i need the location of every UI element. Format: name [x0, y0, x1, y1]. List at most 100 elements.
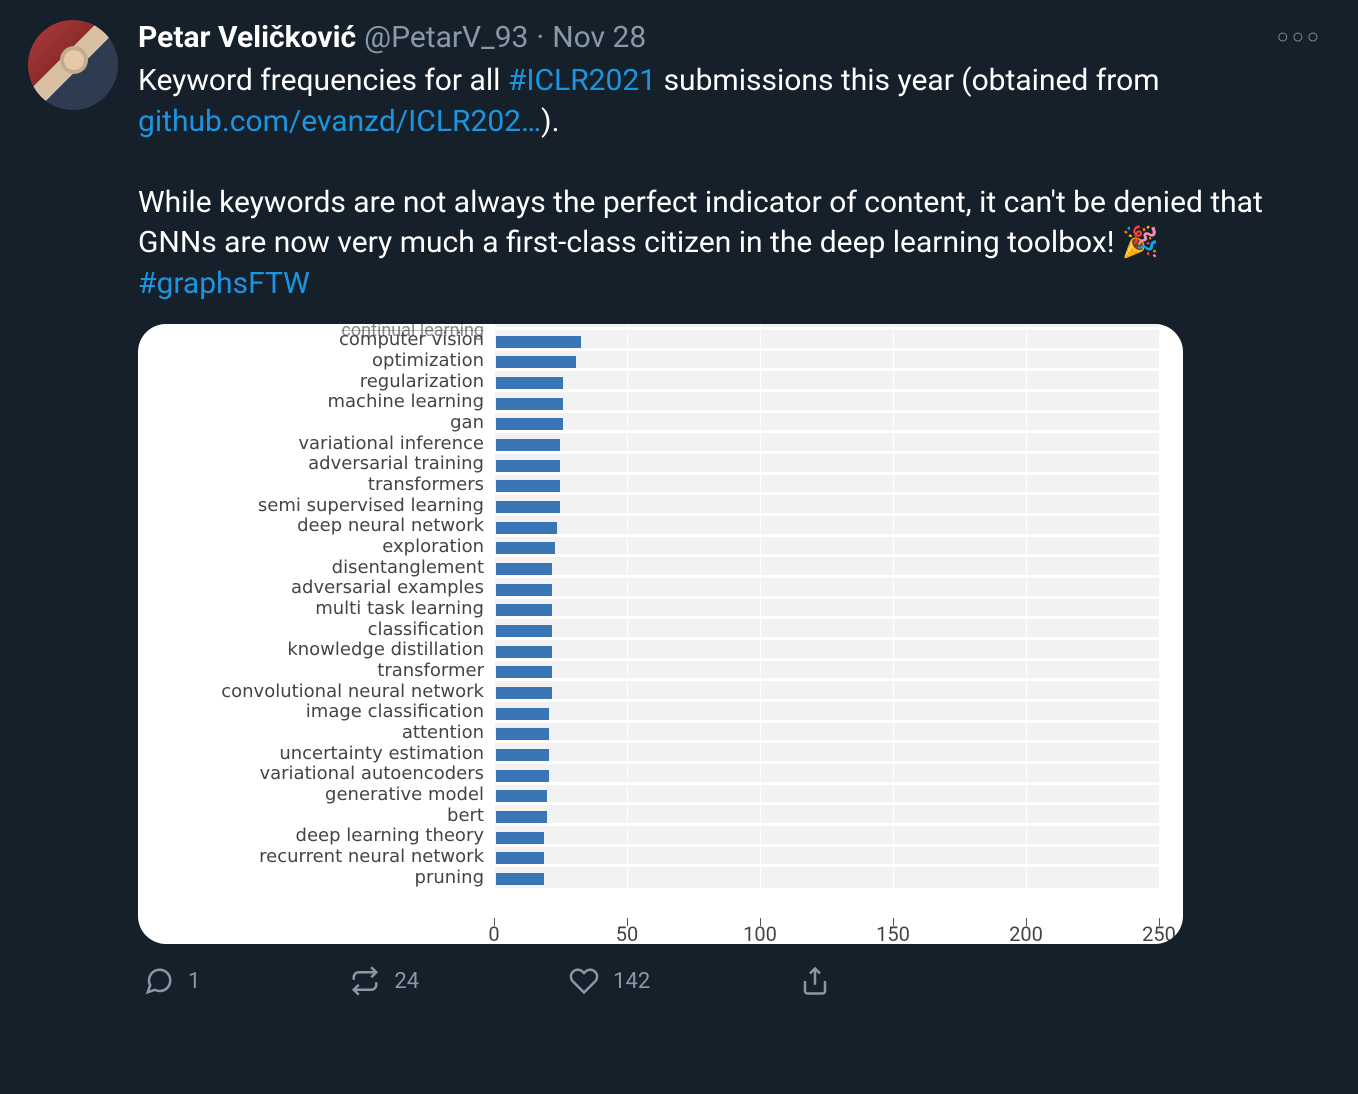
more-options-button[interactable]: ○○○ — [1269, 20, 1330, 53]
chart-row-track — [494, 497, 1159, 515]
chart-row-label: attention — [138, 724, 494, 742]
chart-row-track — [494, 476, 1159, 494]
chart-bar — [496, 728, 549, 740]
chart-row-label: semi supervised learning — [138, 497, 494, 515]
chart-row-track — [494, 393, 1159, 411]
tweet-actions: 1 24 142 — [138, 944, 1330, 996]
chart-bar — [496, 646, 552, 658]
chart-bar — [496, 687, 552, 699]
x-tick-label: 250 — [1142, 922, 1176, 944]
heart-icon — [569, 966, 599, 996]
reply-button[interactable]: 1 — [144, 966, 200, 996]
chart-bar — [496, 604, 552, 616]
like-button[interactable]: 142 — [569, 966, 650, 996]
x-tick-label: 200 — [1009, 922, 1043, 944]
x-tick-label: 50 — [616, 922, 638, 944]
author-handle[interactable]: @PetarV_93 — [364, 20, 528, 55]
chart-bar — [496, 749, 549, 761]
chart-row-label: transformer — [138, 662, 494, 680]
chart-bar — [496, 336, 581, 348]
chart-row-track — [494, 517, 1159, 535]
retweet-button[interactable]: 24 — [350, 966, 419, 996]
chart-row-track — [494, 579, 1159, 597]
chart-row-track — [494, 641, 1159, 659]
chart-row-track — [494, 765, 1159, 783]
link-github[interactable]: github.com/evanzd/ICLR202… — [138, 104, 541, 139]
retweet-count: 24 — [394, 969, 419, 994]
reply-count: 1 — [188, 969, 200, 994]
chart-row-track — [494, 373, 1159, 391]
chart-row-label: deep neural network — [138, 517, 494, 535]
chart-bar — [496, 356, 576, 368]
like-count: 142 — [613, 969, 650, 994]
chart-row-label: uncertainty estimation — [138, 745, 494, 763]
chart-row-label: computer vision — [138, 331, 494, 349]
body-part4: While keywords are not always the perfec… — [138, 185, 1270, 261]
share-button[interactable] — [800, 966, 830, 996]
chart-row-track — [494, 538, 1159, 556]
chart-bar — [496, 460, 560, 472]
chart-bar — [496, 790, 547, 802]
chart-bar — [496, 811, 547, 823]
tweet: Petar Veličković @PetarV_93 · Nov 28 ○○○… — [0, 0, 1358, 1016]
chart-row-track — [494, 703, 1159, 721]
chart-row-label: variational inference — [138, 435, 494, 453]
chart-bar — [496, 770, 549, 782]
chart-bar — [496, 832, 544, 844]
chart-row-track — [494, 621, 1159, 639]
chart-row-label: convolutional neural network — [138, 683, 494, 701]
share-icon — [800, 966, 830, 996]
chart-bar — [496, 563, 552, 575]
author-display-name[interactable]: Petar Veličković — [138, 20, 356, 55]
chart-row-track — [494, 745, 1159, 763]
chart-row-label: multi task learning — [138, 600, 494, 618]
chart-row-track — [494, 559, 1159, 577]
chart-row-label: adversarial training — [138, 455, 494, 473]
reply-icon — [144, 966, 174, 996]
tweet-body: Keyword frequencies for all #ICLR2021 su… — [138, 61, 1330, 304]
chart-row-track — [494, 455, 1159, 473]
chart-row-label: deep learning theory — [138, 827, 494, 845]
tweet-header: Petar Veličković @PetarV_93 · Nov 28 ○○○ — [138, 20, 1330, 55]
chart-bar — [496, 584, 552, 596]
chart-image[interactable]: 050100150200250 continual learningcomput… — [138, 324, 1183, 944]
chart-row-label: classification — [138, 621, 494, 639]
avatar[interactable] — [28, 20, 118, 110]
chart-row-label: knowledge distillation — [138, 641, 494, 659]
chart-bar — [496, 480, 560, 492]
tweet-date[interactable]: Nov 28 — [552, 20, 646, 55]
chart-row-track — [494, 827, 1159, 845]
chart-row-track — [494, 662, 1159, 680]
hashtag-iclr2021[interactable]: #ICLR2021 — [508, 63, 656, 98]
chart-bar — [496, 522, 557, 534]
chart-row-track — [494, 807, 1159, 825]
chart-bar — [496, 418, 563, 430]
chart-row-label: adversarial examples — [138, 579, 494, 597]
chart-row-label: pruning — [138, 869, 494, 887]
chart-row-label: exploration — [138, 538, 494, 556]
chart-bar — [496, 501, 560, 513]
chart-row-label: generative model — [138, 786, 494, 804]
chart-bar — [496, 873, 544, 885]
chart-bar — [496, 852, 544, 864]
x-tick-label: 100 — [743, 922, 777, 944]
chart-row-label: regularization — [138, 373, 494, 391]
chart-bar — [496, 439, 560, 451]
chart-row-track — [494, 724, 1159, 742]
retweet-icon — [350, 966, 380, 996]
chart-bar — [496, 377, 563, 389]
body-part2: submissions this year (obtained from — [656, 63, 1167, 98]
chart-row-label: bert — [138, 807, 494, 825]
chart-bar — [496, 708, 549, 720]
chart-row-label: gan — [138, 414, 494, 432]
chart-row-label: optimization — [138, 352, 494, 370]
tweet-header-left: Petar Veličković @PetarV_93 · Nov 28 — [138, 20, 646, 55]
chart-row-track — [494, 600, 1159, 618]
chart-bar — [496, 625, 552, 637]
chart-row-track — [494, 352, 1159, 370]
hashtag-graphsftw[interactable]: #graphsFTW — [138, 266, 310, 301]
chart-row-label: disentanglement — [138, 559, 494, 577]
chart-row: pruning — [138, 867, 1159, 888]
chart-row-label: variational autoencoders — [138, 765, 494, 783]
chart-row-track — [494, 683, 1159, 701]
